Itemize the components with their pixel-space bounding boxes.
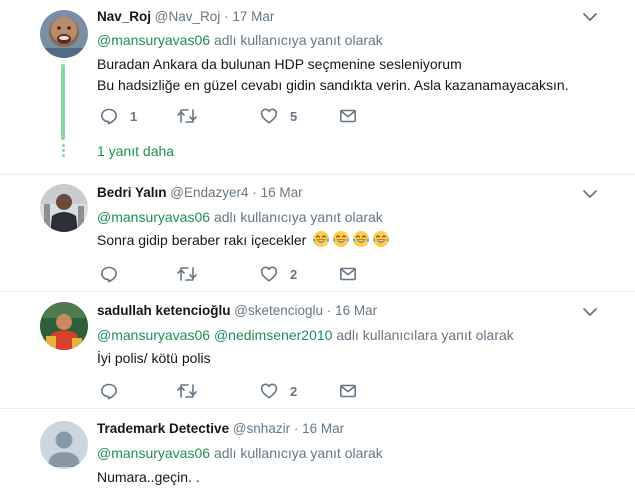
avatar[interactable] xyxy=(40,302,88,350)
author-handle[interactable]: @sketencioglu xyxy=(234,303,323,318)
mention-link[interactable]: @mansuryavas06 xyxy=(97,445,210,461)
reply-context: @mansuryavas06 @nedimsener2010 adlı kull… xyxy=(97,327,514,343)
retweet-icon xyxy=(177,109,197,123)
tweet-text: Numara..geçin. . xyxy=(97,467,200,488)
tweet-text: Sonra gidip beraber rakı içecekler xyxy=(97,230,390,251)
author-name[interactable]: Trademark Detective xyxy=(97,421,229,436)
tweet-1[interactable]: Nav_Roj @Nav_Roj · 17 Mar @mansuryavas06… xyxy=(0,0,635,175)
like-button[interactable]: 2 xyxy=(260,381,297,401)
author-handle[interactable]: @snhazir xyxy=(233,421,290,436)
tweet-header: Trademark Detective @snhazir · 16 Mar xyxy=(97,421,344,436)
tweet-3[interactable]: sadullah ketencioğlu @sketencioglu · 16 … xyxy=(0,292,635,409)
retweet-button[interactable] xyxy=(177,264,209,284)
envelope-icon xyxy=(339,267,356,281)
tweet-date[interactable]: 16 Mar xyxy=(302,421,344,436)
author-name[interactable]: Nav_Roj xyxy=(97,9,151,24)
avatar[interactable] xyxy=(40,184,88,232)
author-name[interactable]: sadullah ketencioğlu xyxy=(97,303,231,318)
tweet-2[interactable]: Bedri Yalın @Endazyer4 · 16 Mar @mansury… xyxy=(0,175,635,292)
tweet-header: Nav_Roj @Nav_Roj · 17 Mar xyxy=(97,9,274,24)
retweet-icon xyxy=(177,384,197,398)
tweet-date[interactable]: 16 Mar xyxy=(335,303,377,318)
retweet-icon xyxy=(177,267,197,281)
laughing-tears-emoji-icon xyxy=(373,231,390,247)
tweet-actions: 2 xyxy=(97,381,367,401)
reply-icon xyxy=(101,108,117,125)
laughing-tears-emoji-icon xyxy=(353,231,370,247)
tweet-actions: 1 5 xyxy=(97,106,367,126)
envelope-icon xyxy=(339,384,356,398)
mention-link[interactable]: @mansuryavas06 xyxy=(97,32,210,48)
separator-dot: · xyxy=(293,421,299,436)
thread-connector xyxy=(61,64,65,140)
direct-message-button[interactable] xyxy=(339,106,357,126)
tweet-date[interactable]: 17 Mar xyxy=(232,9,274,24)
chevron-down-icon[interactable] xyxy=(581,8,599,26)
laughing-tears-emoji-icon xyxy=(333,231,350,247)
reply-context-text: adlı kullanıcılara yanıt olarak xyxy=(336,327,514,343)
chevron-down-icon[interactable] xyxy=(581,303,599,321)
like-button[interactable]: 2 xyxy=(260,264,297,284)
thread-ellipsis xyxy=(61,144,65,159)
reply-icon xyxy=(101,383,117,400)
chevron-down-icon[interactable] xyxy=(581,185,599,203)
avatar[interactable] xyxy=(40,10,88,58)
reply-context-text: adlı kullanıcıya yanıt olarak xyxy=(213,209,383,225)
separator-dot: · xyxy=(252,185,257,200)
show-more-replies-link[interactable]: 1 yanıt daha xyxy=(97,143,174,159)
tweet-date[interactable]: 16 Mar xyxy=(261,185,303,200)
tweet-4[interactable]: Trademark Detective @snhazir · 16 Mar @m… xyxy=(0,409,635,495)
reply-context: @mansuryavas06 adlı kullanıcıya yanıt ol… xyxy=(97,209,383,225)
retweet-button[interactable] xyxy=(177,381,209,401)
tweet-text: İyi polis/ kötü polis xyxy=(97,348,211,369)
mention-link[interactable]: @mansuryavas06 xyxy=(97,209,210,225)
laughing-tears-emoji-icon xyxy=(313,231,330,247)
separator-dot: · xyxy=(224,9,229,24)
reply-context: @mansuryavas06 adlı kullanıcıya yanıt ol… xyxy=(97,445,383,461)
mention-link[interactable]: @mansuryavas06 xyxy=(97,327,210,343)
reply-context-text: adlı kullanıcıya yanıt olarak xyxy=(213,32,383,48)
separator-dot: · xyxy=(326,303,332,318)
tweet-text-line: Buradan Ankara da bulunan HDP seçmenine … xyxy=(97,56,462,72)
author-name[interactable]: Bedri Yalın xyxy=(97,185,167,200)
author-handle[interactable]: @Endazyer4 xyxy=(170,185,248,200)
tweet-text: Buradan Ankara da bulunan HDP seçmenine … xyxy=(97,54,569,96)
tweet-text-line: Bu hadsizliğe en güzel cevabı gidin sand… xyxy=(97,77,569,93)
author-handle[interactable]: @Nav_Roj xyxy=(155,9,220,24)
reply-button[interactable] xyxy=(100,264,130,284)
reply-context-text: adlı kullanıcıya yanıt olarak xyxy=(213,445,383,461)
tweet-actions: 2 xyxy=(97,264,367,284)
tweet-header: sadullah ketencioğlu @sketencioglu · 16 … xyxy=(97,303,377,318)
reply-button[interactable]: 1 xyxy=(100,106,137,126)
avatar[interactable] xyxy=(40,421,88,469)
mention-link[interactable]: @nedimsener2010 xyxy=(214,327,333,343)
like-count: 2 xyxy=(290,266,298,282)
like-button[interactable]: 5 xyxy=(260,106,297,126)
emoji-group xyxy=(310,231,390,248)
like-count: 5 xyxy=(290,108,298,124)
tweet-text-line: Numara..geçin. . xyxy=(97,469,200,485)
retweet-button[interactable] xyxy=(177,106,209,126)
envelope-icon xyxy=(339,109,356,123)
tweet-text-line: Sonra gidip beraber rakı içecekler xyxy=(97,232,307,248)
heart-icon xyxy=(260,108,278,124)
direct-message-button[interactable] xyxy=(339,264,357,284)
direct-message-button[interactable] xyxy=(339,381,357,401)
tweet-header: Bedri Yalın @Endazyer4 · 16 Mar xyxy=(97,185,303,200)
tweet-text-line: İyi polis/ kötü polis xyxy=(97,350,211,366)
like-count: 2 xyxy=(290,383,298,399)
reply-count: 1 xyxy=(130,108,138,124)
reply-icon xyxy=(101,266,117,283)
heart-icon xyxy=(260,266,278,282)
heart-icon xyxy=(260,383,278,399)
reply-button[interactable] xyxy=(100,381,130,401)
reply-context: @mansuryavas06 adlı kullanıcıya yanıt ol… xyxy=(97,32,383,48)
